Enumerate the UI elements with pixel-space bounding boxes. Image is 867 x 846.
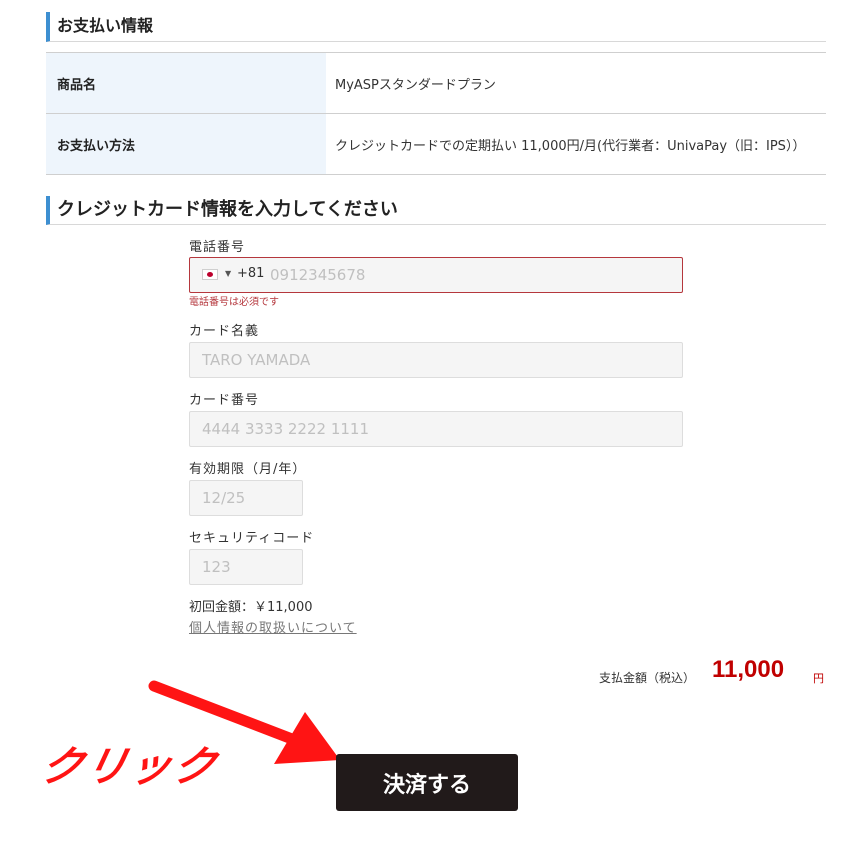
pay-button[interactable]: 決済する xyxy=(336,754,518,811)
red-arrow-icon xyxy=(148,680,340,764)
